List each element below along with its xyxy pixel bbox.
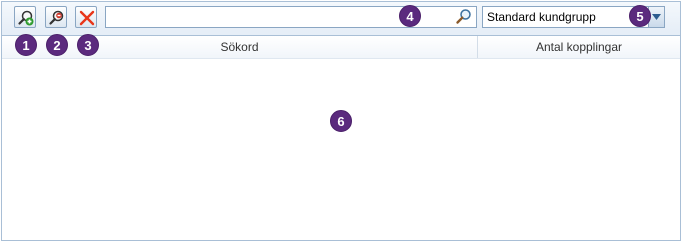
remove-keyword-button[interactable] (45, 6, 67, 28)
callout-badge-3: 3 (77, 34, 99, 56)
column-header-antal-kopplingar[interactable]: Antal kopplingar (478, 36, 680, 58)
red-x-icon (79, 10, 95, 26)
toolbar: Standard kundgrupp (2, 2, 680, 35)
magnifier-icon[interactable] (455, 8, 473, 26)
callout-badge-5: 5 (629, 5, 651, 27)
search-field[interactable] (105, 6, 477, 28)
search-input[interactable] (109, 9, 439, 25)
callout-badge-6: 6 (330, 110, 352, 132)
callout-badge-1: 1 (15, 34, 37, 56)
column-header-sokord[interactable]: Sökord (2, 36, 478, 58)
magnifier-plus-icon (18, 10, 34, 26)
callout-badge-4: 4 (399, 5, 421, 27)
add-keyword-button[interactable] (14, 6, 36, 28)
keyword-grid[interactable]: Sökord Antal kopplingar (2, 35, 680, 240)
callout-badge-2: 2 (46, 34, 68, 56)
grid-header: Sökord Antal kopplingar (2, 36, 680, 59)
customer-group-value: Standard kundgrupp (487, 10, 596, 24)
chevron-down-icon (652, 14, 661, 20)
delete-button[interactable] (75, 6, 97, 28)
magnifier-minus-icon (49, 10, 64, 25)
